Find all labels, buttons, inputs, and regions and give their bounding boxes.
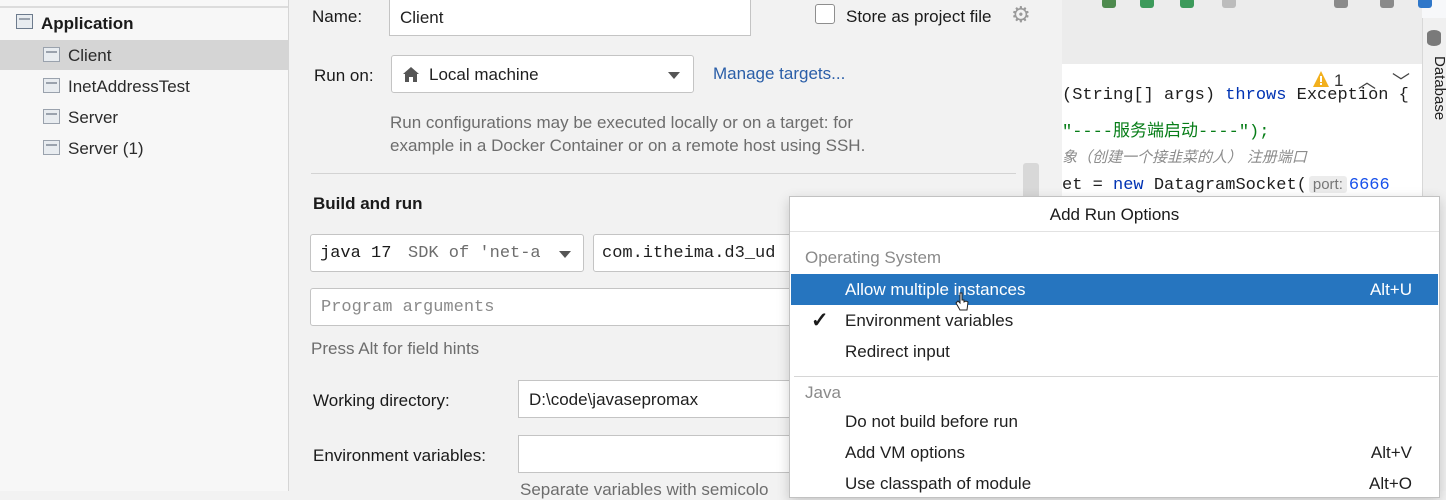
sdk-dropdown[interactable]: java 17 SDK of 'net-a: [310, 234, 584, 272]
run-on-help-text: example in a Docker Container or on a re…: [390, 136, 866, 155]
tree-item-client[interactable]: Client: [0, 40, 288, 70]
program-arguments-field[interactable]: Program arguments: [310, 288, 800, 326]
code-line: "----服务端启动----");: [1062, 123, 1270, 142]
run-on-label: Run on:: [314, 66, 374, 85]
manage-targets-link[interactable]: Manage targets...: [713, 64, 845, 84]
name-field[interactable]: Client: [389, 0, 751, 36]
section-divider: [311, 173, 1016, 174]
group-operating-system: Operating System: [805, 248, 942, 267]
application-config-icon: [43, 140, 60, 155]
group-java: Java: [805, 383, 841, 402]
chevron-down-icon: [559, 251, 571, 258]
tree-item-server-1[interactable]: Server (1): [0, 133, 288, 163]
option-use-classpath-of-module[interactable]: Use classpath of module Alt+O: [791, 468, 1438, 499]
tree-item-label: Client: [68, 46, 112, 65]
tree-group-application[interactable]: Application: [0, 8, 288, 38]
run-configurations-tree: Application Client InetAddressTest Serve…: [0, 0, 289, 491]
database-icon[interactable]: [1427, 30, 1441, 46]
code-comment: 象（创建一个接韭菜的人） 注册端口: [1062, 148, 1307, 166]
tree-item-label: Server: [68, 108, 119, 127]
option-do-not-build-before-run[interactable]: Do not build before run: [791, 406, 1438, 437]
checkmark-icon: ✓: [811, 309, 829, 332]
popup-header: Add Run Options: [790, 197, 1439, 231]
database-tool-tab[interactable]: Database: [1426, 56, 1446, 136]
main-class-field[interactable]: com.itheima.d3_ud: [593, 234, 803, 272]
tree-item-inetaddresstest[interactable]: InetAddressTest: [0, 71, 288, 101]
profile-icon[interactable]: [1222, 0, 1236, 8]
store-as-project-file-checkbox[interactable]: [815, 4, 835, 24]
environment-variables-field[interactable]: [518, 435, 808, 473]
environment-variables-help: Separate variables with semicolo: [520, 480, 769, 499]
group-separator: [794, 376, 1438, 377]
option-allow-multiple-instances[interactable]: Allow multiple instances Alt+U: [791, 274, 1438, 311]
application-config-icon: [16, 14, 33, 29]
run-icon[interactable]: [1140, 0, 1154, 8]
working-directory-label: Working directory:: [313, 391, 450, 410]
parameter-hint: port:: [1308, 176, 1347, 193]
home-icon: [403, 67, 419, 82]
option-redirect-input[interactable]: Redirect input: [791, 336, 1438, 367]
environment-variables-label: Environment variables:: [313, 446, 486, 465]
tree-group-label: Application: [41, 14, 134, 33]
popup-header-divider: [790, 231, 1439, 232]
debug-icon[interactable]: [1180, 0, 1194, 8]
popup-title: Add Run Options: [1049, 205, 1180, 224]
tree-item-server[interactable]: Server: [0, 102, 288, 132]
search-icon[interactable]: [1380, 0, 1394, 8]
application-config-icon: [43, 78, 60, 93]
run-on-help-text: Run configurations may be executed local…: [390, 113, 854, 132]
tree-item-label: InetAddressTest: [68, 77, 190, 96]
update-icon[interactable]: [1418, 0, 1432, 8]
field-hint-text: Press Alt for field hints: [311, 339, 480, 358]
editor-toolbar: [1062, 0, 1432, 65]
code-line: et = new DatagramSocket(port: 6666: [1062, 176, 1390, 195]
gear-icon[interactable]: ⚙: [1011, 4, 1031, 26]
chevron-down-icon: [668, 72, 680, 79]
option-environment-variables[interactable]: ✓ Environment variables: [791, 305, 1438, 336]
build-and-run-heading: Build and run: [313, 194, 423, 213]
application-config-icon: [43, 47, 60, 62]
tree-item-label: Server (1): [68, 139, 144, 158]
run-on-dropdown[interactable]: Local machine: [391, 55, 694, 93]
option-add-vm-options[interactable]: Add VM options Alt+V: [791, 437, 1438, 468]
store-as-project-file-label: Store as project file: [846, 7, 992, 26]
code-line: (String[] args) throws Exception {: [1062, 86, 1409, 105]
add-run-options-popup: Add Run Options Operating System Allow m…: [789, 196, 1440, 498]
name-label: Name:: [312, 7, 363, 26]
build-icon[interactable]: [1102, 0, 1116, 8]
settings-icon[interactable]: [1334, 0, 1348, 8]
application-config-icon: [43, 109, 60, 124]
working-directory-field[interactable]: D:\code\javasepromax: [518, 380, 808, 418]
